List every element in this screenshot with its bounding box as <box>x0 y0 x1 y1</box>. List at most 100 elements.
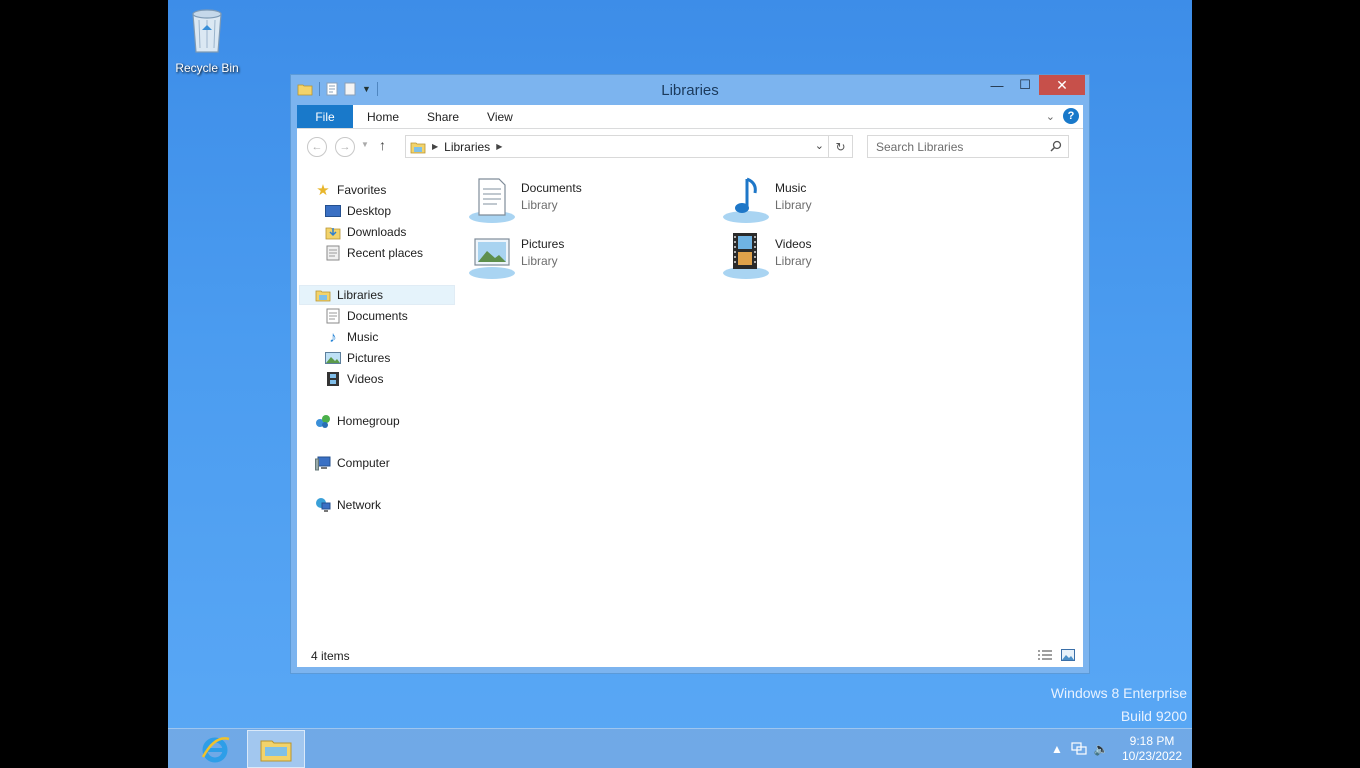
explorer-window: ▼ Libraries — ☐ ✕ File Home Share View ⌄… <box>290 74 1090 674</box>
library-type: Library <box>775 254 812 268</box>
recycle-bin-shortcut[interactable]: Recycle Bin <box>172 6 242 75</box>
library-name: Documents <box>521 181 582 195</box>
minimize-button[interactable]: — <box>983 75 1011 95</box>
show-hidden-icons-chevron-icon[interactable]: ▲ <box>1046 739 1068 759</box>
library-item-videos[interactable]: Videos Library <box>721 231 812 281</box>
film-icon <box>325 371 341 387</box>
taskbar-file-explorer[interactable] <box>247 730 305 768</box>
desktop: Recycle Bin ▼ Libraries — ☐ ✕ File Home <box>168 0 1192 768</box>
tab-home[interactable]: Home <box>353 105 413 128</box>
desktop-icon <box>325 203 341 219</box>
library-name: Videos <box>775 237 812 251</box>
nav-desktop[interactable]: Desktop <box>325 201 391 221</box>
pictures-library-icon <box>469 238 515 279</box>
nav-label: Homegroup <box>337 414 400 428</box>
recycle-bin-label: Recycle Bin <box>175 61 239 75</box>
os-build-watermark: Build 9200 <box>1120 708 1187 724</box>
search-input[interactable]: Search Libraries <box>867 135 1069 158</box>
tab-file[interactable]: File <box>297 105 353 128</box>
libraries-icon <box>315 287 331 303</box>
tab-share[interactable]: Share <box>413 105 473 128</box>
nav-homegroup[interactable]: Homegroup <box>315 411 400 431</box>
breadcrumb-libraries[interactable]: Libraries <box>444 140 490 154</box>
nav-label: Pictures <box>347 351 391 365</box>
window-content: File Home Share View ⌄ ? ← → ▼ ↑ ▶ Libra… <box>297 105 1083 667</box>
items-view: Documents Library Music Library Pictures… <box>461 169 1081 647</box>
system-clock[interactable]: 9:18 PM 10/23/2022 <box>1112 734 1192 764</box>
forward-button[interactable]: → <box>335 137 355 157</box>
maximize-button[interactable]: ☐ <box>1011 75 1039 95</box>
nav-label: Computer <box>337 456 390 470</box>
network-icon <box>315 497 331 513</box>
title-bar[interactable]: ▼ Libraries — ☐ ✕ <box>291 75 1089 105</box>
address-bar[interactable]: ▶ Libraries ▶ ⌄ <box>405 135 829 158</box>
library-name: Music <box>775 181 807 195</box>
music-note-icon: ♪ <box>329 328 337 346</box>
up-arrow-icon[interactable]: ↑ <box>379 137 386 153</box>
star-icon: ★ <box>316 182 330 199</box>
expand-ribbon-chevron-icon[interactable]: ⌄ <box>1046 110 1055 123</box>
address-dropdown-chevron-icon[interactable]: ⌄ <box>815 139 824 152</box>
library-item-music[interactable]: Music Library <box>721 175 812 225</box>
breadcrumb-chevron-icon[interactable]: ▶ <box>496 142 502 151</box>
nav-downloads[interactable]: Downloads <box>325 222 406 242</box>
tab-view[interactable]: View <box>473 105 527 128</box>
refresh-button[interactable]: ↻ <box>829 135 853 158</box>
internet-explorer-icon <box>201 737 230 763</box>
nav-favorites[interactable]: ★ Favorites <box>315 180 386 200</box>
volume-icon[interactable]: 🔈 <box>1090 739 1112 759</box>
computer-icon <box>315 455 331 471</box>
large-icons-view-icon[interactable] <box>1061 649 1075 661</box>
library-item-pictures[interactable]: Pictures Library <box>467 231 564 281</box>
nav-label: Documents <box>347 309 408 323</box>
document-icon <box>325 308 341 324</box>
breadcrumb-chevron-icon[interactable]: ▶ <box>432 142 438 151</box>
taskbar: ▲ 🔈 9:18 PM 10/23/2022 <box>168 728 1192 768</box>
search-placeholder: Search Libraries <box>876 139 964 154</box>
nav-library-videos[interactable]: Videos <box>325 369 383 389</box>
nav-recent-places[interactable]: Recent places <box>325 243 423 263</box>
nav-network[interactable]: Network <box>315 495 381 515</box>
nav-label: Videos <box>347 372 384 386</box>
nav-library-music[interactable]: ♪ Music <box>325 327 378 347</box>
maximize-icon: ☐ <box>1019 77 1031 92</box>
recycle-bin-icon <box>192 9 222 53</box>
nav-library-pictures[interactable]: Pictures <box>325 348 390 368</box>
minimize-icon: — <box>990 77 1004 93</box>
network-status-icon[interactable] <box>1068 739 1090 759</box>
recent-places-icon <box>325 245 341 261</box>
system-tray: ▲ 🔈 9:18 PM 10/23/2022 <box>1046 729 1192 768</box>
nav-library-documents[interactable]: Documents <box>325 306 408 326</box>
downloads-icon <box>325 224 341 240</box>
window-title: Libraries <box>661 82 719 99</box>
nav-libraries[interactable]: Libraries <box>299 285 455 305</box>
refresh-icon: ↻ <box>835 139 846 154</box>
nav-label: Downloads <box>347 225 407 239</box>
recent-locations-chevron-icon[interactable]: ▼ <box>361 140 369 149</box>
videos-library-icon <box>723 233 769 279</box>
file-explorer-icon <box>260 740 292 762</box>
nav-computer[interactable]: Computer <box>315 453 390 473</box>
clock-date: 10/23/2022 <box>1121 749 1183 763</box>
forward-arrow-icon: → <box>339 141 351 153</box>
details-view-icon[interactable] <box>1037 649 1053 661</box>
back-button[interactable]: ← <box>307 137 327 157</box>
library-item-documents[interactable]: Documents Library <box>467 175 582 225</box>
status-item-count: 4 items <box>311 649 350 663</box>
os-edition-watermark: Windows 8 Enterprise <box>1050 685 1187 701</box>
library-name: Pictures <box>521 237 565 251</box>
picture-icon <box>325 350 341 366</box>
help-icon[interactable]: ? <box>1063 108 1079 124</box>
libraries-icon <box>410 142 426 153</box>
taskbar-internet-explorer[interactable] <box>186 730 244 768</box>
status-bar: 4 items <box>297 645 1083 667</box>
library-type: Library <box>775 198 812 212</box>
search-icon <box>1050 140 1062 152</box>
ribbon-tabs: File Home Share View ⌄ ? <box>297 105 1083 129</box>
nav-label: Recent places <box>347 246 424 260</box>
nav-label: Favorites <box>337 183 387 197</box>
close-button[interactable]: ✕ <box>1039 75 1085 95</box>
nav-label: Libraries <box>337 288 384 302</box>
library-type: Library <box>521 198 558 212</box>
nav-label: Network <box>337 498 382 512</box>
